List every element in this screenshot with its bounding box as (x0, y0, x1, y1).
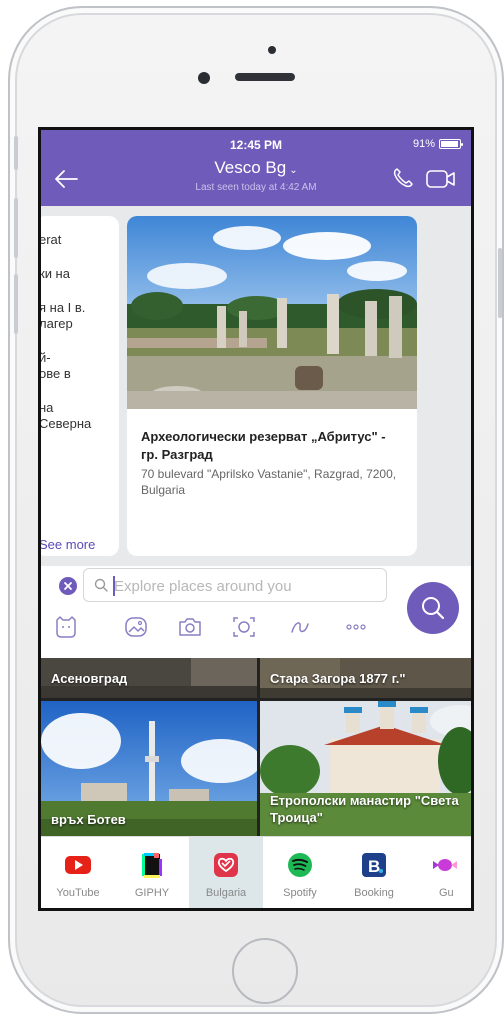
volume-up-button (14, 198, 18, 258)
app-giphy[interactable]: GIPHY (115, 837, 189, 908)
giphy-icon (142, 853, 162, 878)
result-label: Етрополски манастир "Света Троица" (270, 793, 459, 825)
front-camera (198, 72, 210, 84)
result-tile[interactable]: Стара Загора 1877 г." (260, 658, 471, 698)
bulgaria-icon (214, 853, 238, 877)
place-address: 70 bulevard "Aprilsko Vastanie", Razgrad… (141, 467, 397, 497)
search-box[interactable] (83, 568, 387, 602)
places-results-grid: Асеновград Стара Загора 1877 г." връх Бо… (41, 658, 471, 836)
battery-percent: 91% (412, 138, 435, 150)
message-line: Северна (39, 416, 92, 431)
screen: 12:45 PM 91% Vesco Bg ⌄ Last seen today a… (38, 127, 474, 911)
youtube-icon (65, 856, 91, 874)
chevron-down-icon: ⌄ (289, 165, 298, 176)
spotify-icon (288, 853, 312, 877)
app-label: Bulgaria (205, 887, 247, 899)
message-line: на (39, 400, 54, 415)
sticker-icon[interactable] (53, 614, 79, 640)
search-icon (94, 578, 108, 592)
mute-switch (14, 136, 18, 170)
app-spotify[interactable]: Spotify (263, 837, 337, 908)
gallery-icon[interactable] (123, 614, 149, 640)
booking-icon: B (362, 853, 386, 877)
home-button[interactable] (232, 938, 298, 1004)
camera-icon[interactable] (177, 614, 203, 640)
app-youtube[interactable]: YouTube (41, 837, 115, 908)
result-tile[interactable]: Етрополски манастир "Света Троица" (260, 701, 471, 836)
chat-extensions-bar: YouTube GIPHY Bulgaria Spotify B Booking… (41, 836, 471, 908)
app-bulgaria[interactable]: Bulgaria (189, 837, 263, 908)
close-icon[interactable] (59, 577, 77, 595)
search-button[interactable] (407, 582, 459, 634)
battery-status: 91% (412, 138, 463, 150)
more-icon[interactable] (343, 614, 369, 640)
ruins-photo (127, 216, 417, 409)
video-call-icon[interactable] (425, 168, 457, 190)
message-line: erat (39, 232, 62, 247)
battery-icon (439, 139, 463, 149)
app-label: YouTube (56, 887, 100, 899)
search-input[interactable] (114, 575, 374, 597)
lens-icon[interactable] (231, 614, 257, 640)
earpiece-speaker (235, 73, 295, 81)
result-label: Стара Загора 1877 г." (270, 671, 406, 686)
proximity-sensor (268, 46, 276, 54)
message-line: ки на (39, 266, 70, 281)
message-line: ове в (39, 366, 71, 381)
chat-header: 12:45 PM 91% Vesco Bg ⌄ Last seen today a… (41, 130, 471, 206)
svg-text:B: B (368, 857, 380, 876)
status-time: 12:45 PM (229, 138, 283, 152)
app-candy[interactable]: Gu (411, 837, 471, 908)
phone-call-icon[interactable] (391, 166, 415, 190)
contact-name: Vesco Bg (214, 158, 287, 177)
see-more-link[interactable]: See more (41, 537, 95, 552)
result-label: връх Ботев (51, 812, 126, 827)
message-line: й- (39, 350, 51, 365)
message-bubble-partial: erat ки на я на I в. лагер й- ове в на С… (39, 216, 119, 556)
app-label: Gu (439, 887, 454, 899)
candy-icon (433, 859, 457, 871)
result-label: Асеновград (51, 671, 128, 686)
place-card[interactable]: Археологически резерват „Абритус" - гр. … (127, 216, 417, 556)
doodle-icon[interactable] (287, 614, 313, 640)
app-booking[interactable]: B Booking (337, 837, 411, 908)
conversation-area: erat ки на я на I в. лагер й- ове в на С… (41, 206, 471, 566)
app-label: GIPHY (134, 887, 170, 899)
extension-panel (41, 566, 471, 658)
volume-down-button (14, 274, 18, 334)
app-label: Spotify (283, 887, 317, 899)
message-line: лагер (39, 316, 73, 331)
power-button (498, 248, 502, 318)
result-tile[interactable]: връх Ботев (41, 701, 257, 836)
result-tile[interactable]: Асеновград (41, 658, 257, 698)
app-label: Booking (354, 887, 394, 899)
place-title: Археологически резерват „Абритус" - гр. … (141, 429, 386, 462)
message-line: я на I в. (39, 300, 86, 315)
